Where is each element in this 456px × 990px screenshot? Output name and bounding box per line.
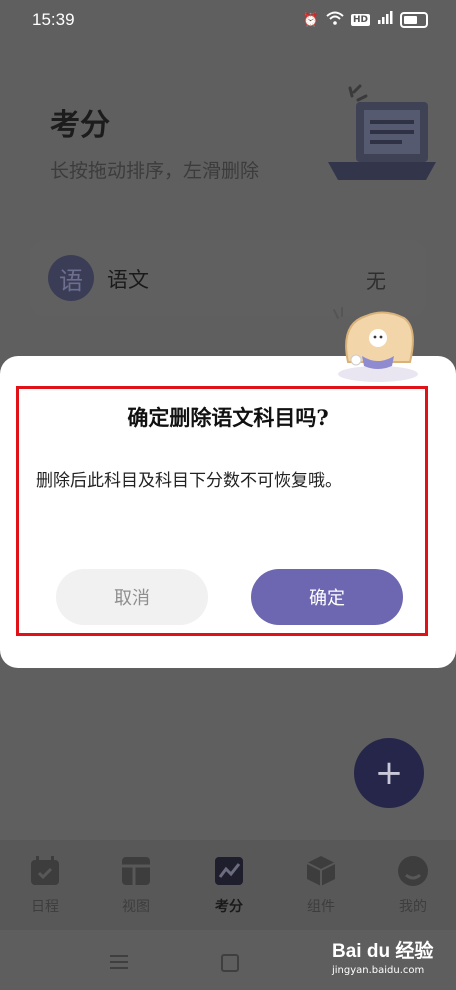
chart-line-icon <box>215 857 243 885</box>
dialog-title: 确定删除语文科目吗? <box>127 405 329 430</box>
tab-label: 考分 <box>215 899 243 915</box>
battery-icon <box>400 12 428 28</box>
watermark-brand: Bai du 经验 <box>332 941 434 962</box>
calendar-check-icon <box>31 856 59 885</box>
subject-score: 无 <box>366 269 386 293</box>
subject-avatar: 语 <box>48 255 94 301</box>
alarm-icon: ⏰ <box>302 12 319 28</box>
home-icon[interactable] <box>221 954 239 972</box>
tab-view[interactable]: 视图 <box>101 854 171 916</box>
laptop-illustration-icon <box>328 84 436 180</box>
tab-scores[interactable]: 考分 <box>194 854 264 916</box>
profile-icon <box>398 856 428 886</box>
tab-label: 我的 <box>399 899 427 915</box>
tab-label: 日程 <box>31 899 59 915</box>
page-subtitle: 长按拖动排序，左滑删除 <box>50 160 260 182</box>
bottom-tab-bar: 日程 视图 考分 组件 我的 <box>0 840 456 930</box>
page-title: 考分 <box>50 108 110 143</box>
status-icons: ⏰ HD <box>303 11 428 29</box>
status-bar: 15:39 ⏰ HD <box>0 0 456 40</box>
wifi-icon <box>326 11 344 29</box>
signal-icon <box>377 11 393 29</box>
tab-label: 组件 <box>307 899 335 915</box>
tab-profile[interactable]: 我的 <box>378 854 448 916</box>
confirm-button[interactable]: 确定 <box>251 569 403 625</box>
hd-badge: HD <box>350 14 370 26</box>
dialog-message: 删除后此科目及科目下分数不可恢复哦。 <box>36 471 342 491</box>
toast-mascot-icon <box>333 307 418 382</box>
recent-apps-icon[interactable] <box>110 955 128 969</box>
cancel-button[interactable]: 取消 <box>56 569 208 625</box>
delete-confirm-dialog: 确定删除语文科目吗? 删除后此科目及科目下分数不可恢复哦。 取消 确定 <box>0 356 456 668</box>
subject-name: 语文 <box>107 268 149 292</box>
tab-widgets[interactable]: 组件 <box>286 854 356 916</box>
cube-icon <box>306 856 336 886</box>
layout-grid-icon <box>122 857 150 885</box>
status-time: 15:39 <box>32 10 75 29</box>
tab-label: 视图 <box>122 899 150 915</box>
baidu-watermark: Bai du 经验 jingyan.baidu.com <box>332 936 452 980</box>
watermark-url: jingyan.baidu.com <box>332 965 425 976</box>
plus-icon: + <box>374 753 404 793</box>
add-subject-button[interactable]: + <box>354 738 424 808</box>
tab-schedule[interactable]: 日程 <box>10 854 80 916</box>
